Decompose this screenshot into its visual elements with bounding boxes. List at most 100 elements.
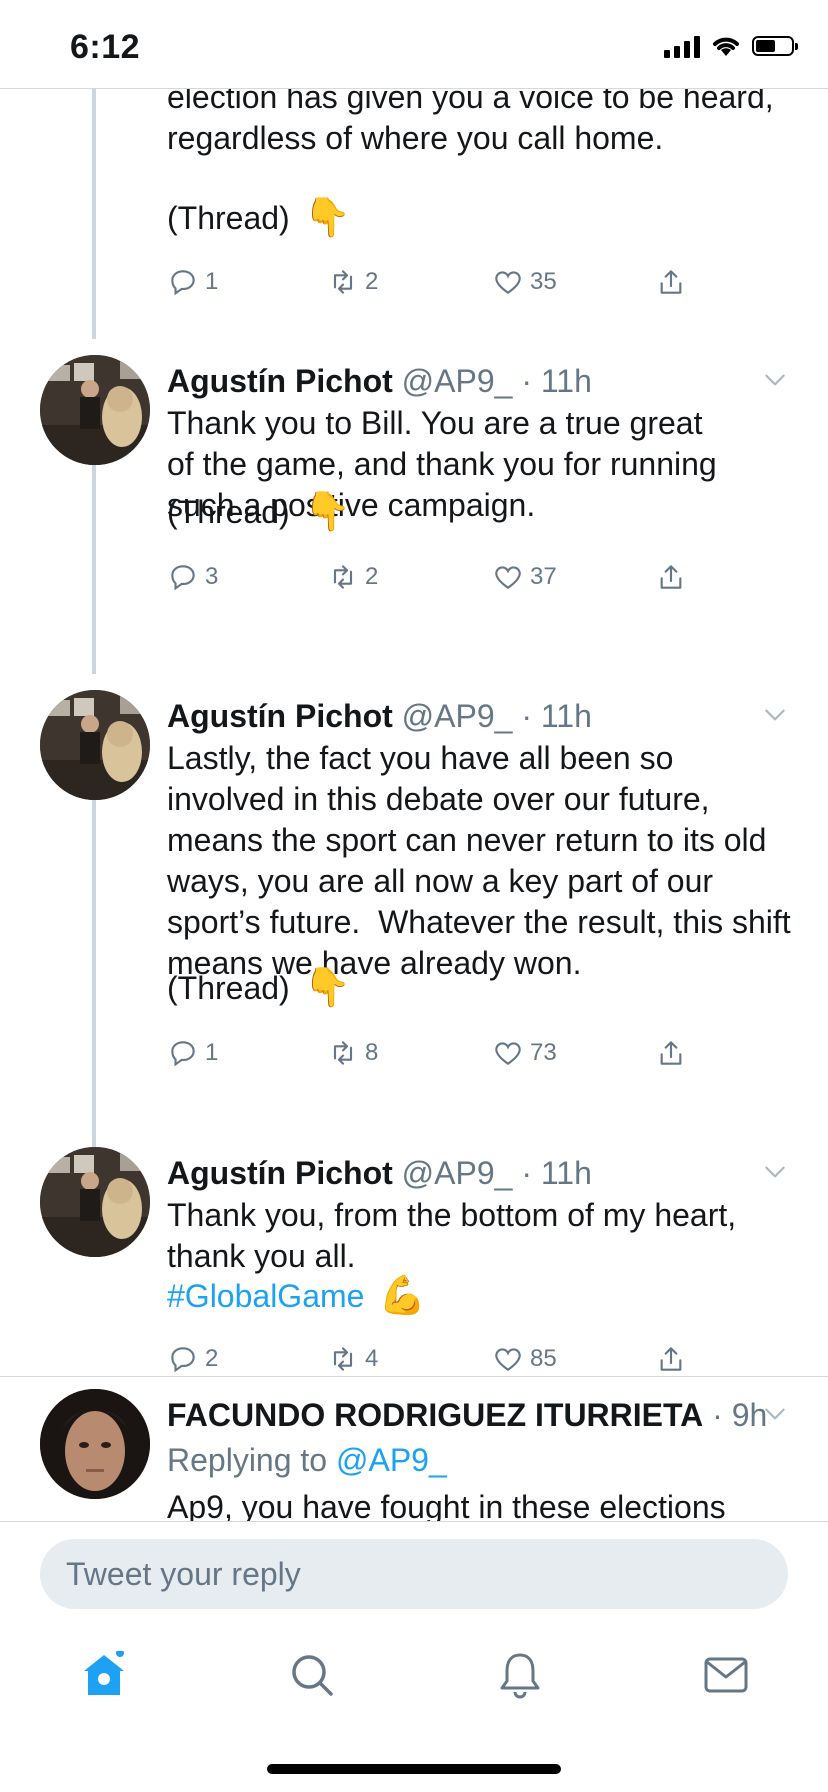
like-count: 73	[530, 1039, 557, 1066]
tweet[interactable]: election has given you a voice to be hea…	[0, 89, 828, 329]
tweet-time: · 11h	[521, 698, 592, 734]
pointing-down-emoji: 👇	[303, 491, 352, 533]
share-button[interactable]	[655, 1343, 687, 1375]
display-name[interactable]: Agustín Pichot	[167, 1155, 393, 1191]
reply-button[interactable]: 2	[167, 1343, 218, 1375]
avatar-photo	[40, 690, 150, 800]
avatar[interactable]	[40, 690, 150, 800]
reply-count: 2	[205, 1345, 219, 1372]
thread-label-text: (Thread)	[167, 199, 290, 236]
display-name[interactable]: Agustín Pichot	[167, 363, 393, 399]
avatar[interactable]	[40, 1147, 150, 1257]
display-name[interactable]: Agustín Pichot	[167, 698, 393, 734]
battery-icon	[752, 36, 798, 56]
like-count: 35	[530, 268, 557, 295]
reply-icon	[171, 1347, 195, 1373]
tweet-text: Lastly, the fact you have all been so in…	[167, 740, 800, 981]
thread-label: (Thread) 👇	[167, 199, 351, 237]
retweet-button[interactable]: 2	[327, 561, 378, 593]
retweet-icon	[333, 1347, 353, 1371]
retweet-count: 2	[365, 268, 379, 295]
heart-icon	[495, 566, 521, 589]
tweet[interactable]: Agustín Pichot @AP9_ · 11h Thank you to …	[0, 339, 828, 675]
retweet-button[interactable]: 8	[327, 1037, 378, 1069]
retweet-icon	[333, 1041, 353, 1065]
retweet-count: 4	[365, 1345, 379, 1372]
tweet[interactable]: FACUNDO RODRIGUEZ ITURRIETA · 9h Replyin…	[0, 1377, 828, 1521]
reply-input[interactable]: Tweet your reply	[40, 1539, 788, 1609]
thread-label: (Thread) 👇	[167, 969, 351, 1007]
retweet-icon	[333, 270, 353, 294]
like-button[interactable]: 73	[492, 1037, 557, 1069]
chevron-down-icon[interactable]	[762, 367, 788, 393]
chevron-down-icon[interactable]	[762, 1159, 788, 1185]
reply-count: 3	[205, 563, 219, 590]
tweet-header: Agustín Pichot @AP9_ · 11h	[167, 363, 592, 400]
tweet-time: · 11h	[521, 363, 592, 399]
tweet-actions: 3 2 37	[167, 561, 727, 601]
tweet-header: FACUNDO RODRIGUEZ ITURRIETA · 9h	[167, 1397, 767, 1434]
reply-button[interactable]: 1	[167, 1037, 218, 1069]
like-count: 85	[530, 1345, 557, 1372]
avatar-photo	[40, 355, 150, 465]
display-name[interactable]: FACUNDO RODRIGUEZ ITURRIETA	[167, 1397, 703, 1433]
user-handle: @AP9_	[401, 363, 513, 399]
tweet-text: Thank you, from the bottom of my heart, …	[167, 1197, 746, 1274]
tweet-text: Ap9, you have fought in these elections	[167, 1489, 726, 1521]
replying-to: Replying to @AP9_	[167, 1442, 447, 1479]
retweet-count: 2	[365, 563, 379, 590]
messages-icon[interactable]	[702, 1651, 750, 1699]
pointing-down-emoji: 👇	[303, 197, 352, 239]
mention-link[interactable]: @AP9_	[336, 1442, 447, 1478]
like-button[interactable]: 35	[492, 266, 557, 298]
share-icon	[660, 565, 682, 589]
replying-to-label: Replying to	[167, 1442, 328, 1478]
tweet[interactable]: Agustín Pichot @AP9_ · 11h Lastly, the f…	[0, 675, 828, 1135]
user-handle: @AP9_	[401, 1155, 513, 1191]
tweet-text: election has given you a voice to be hea…	[167, 89, 774, 156]
share-icon	[660, 270, 682, 294]
battery-level	[756, 40, 775, 52]
share-icon	[660, 1347, 682, 1371]
search-icon[interactable]	[288, 1651, 336, 1699]
notifications-icon[interactable]	[496, 1651, 544, 1699]
like-count: 37	[530, 563, 557, 590]
tweet-header: Agustín Pichot @AP9_ · 11h	[167, 1155, 592, 1192]
retweet-button[interactable]: 4	[327, 1343, 378, 1375]
avatar[interactable]	[40, 1389, 150, 1499]
share-button[interactable]	[655, 561, 687, 593]
tweet-time: · 9h	[712, 1397, 768, 1433]
tweet-actions: 1 2 35	[167, 266, 727, 306]
tweet-header: Agustín Pichot @AP9_ · 11h	[167, 698, 592, 735]
reply-icon	[171, 270, 195, 296]
share-button[interactable]	[655, 266, 687, 298]
hashtag-line: #GlobalGame 💪	[167, 1277, 426, 1315]
share-button[interactable]	[655, 1037, 687, 1069]
like-button[interactable]: 37	[492, 561, 557, 593]
pointing-down-emoji: 👇	[303, 967, 352, 1009]
reply-button[interactable]: 3	[167, 561, 218, 593]
reply-icon	[171, 1041, 195, 1067]
thread-label-text: (Thread)	[167, 969, 290, 1006]
retweet-button[interactable]: 2	[327, 266, 378, 298]
status-icons	[664, 34, 798, 58]
like-button[interactable]: 85	[492, 1343, 557, 1375]
avatar-photo	[40, 1147, 150, 1257]
avatar[interactable]	[40, 355, 150, 465]
home-indicator[interactable]	[267, 1764, 561, 1774]
tweet-actions: 1 8 73	[167, 1037, 727, 1077]
reply-count: 1	[205, 1039, 219, 1066]
reply-button[interactable]: 1	[167, 266, 218, 298]
home-icon[interactable]	[80, 1651, 128, 1699]
thread-label: (Thread) 👇	[167, 493, 351, 531]
heart-icon	[495, 271, 521, 294]
chevron-down-icon[interactable]	[762, 1401, 788, 1427]
wifi-icon	[713, 37, 739, 56]
tweet-time: · 11h	[521, 1155, 592, 1191]
chevron-down-icon[interactable]	[762, 702, 788, 728]
reply-composer: Tweet your reply	[0, 1521, 828, 1612]
cellular-signal-icon	[664, 34, 700, 58]
tweet-feed[interactable]: election has given you a voice to be hea…	[0, 89, 828, 1521]
hashtag-link[interactable]: #GlobalGame	[167, 1278, 364, 1315]
flexed-biceps-emoji: 💪	[378, 1275, 426, 1317]
